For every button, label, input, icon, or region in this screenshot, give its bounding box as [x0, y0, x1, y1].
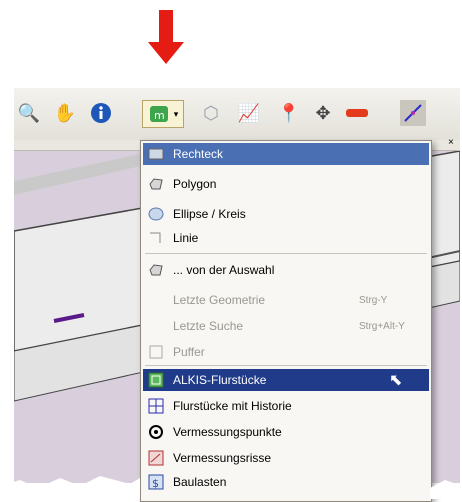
menu-item-label: Flurstücke mit Historie	[173, 399, 292, 413]
menu-item-alkis-flurstuecke[interactable]: ALKIS-Flurstücke ⬉	[143, 369, 429, 391]
mouse-cursor-icon: ⬉	[389, 372, 403, 389]
chart-icon[interactable]: 📈	[236, 100, 262, 126]
selection-polygon-icon	[147, 262, 165, 278]
menu-item-vermessungsrisse[interactable]: Vermessungsrisse	[143, 447, 429, 469]
select-geometry-button[interactable]: m ▾	[142, 100, 184, 128]
info-icon[interactable]	[88, 100, 114, 126]
chevron-down-icon: ▾	[173, 108, 179, 119]
line-icon	[147, 230, 165, 246]
menu-item-label: Letzte Geometrie	[173, 293, 266, 307]
line-edit-icon[interactable]	[400, 100, 426, 126]
menu-item-shortcut: Strg+Alt-Y	[359, 320, 405, 332]
move-icon[interactable]: ✥	[310, 100, 336, 126]
menu-item-label: ... von der Auswahl	[173, 263, 275, 277]
zoom-icon[interactable]: 🔍	[16, 100, 42, 126]
menu-separator	[145, 365, 427, 366]
geometry-dropdown-menu: Rechteck Polygon Ellipse / Kreis Linie .…	[140, 140, 432, 502]
pointer-arrow-shaft	[159, 10, 173, 44]
menu-item-rechteck[interactable]: Rechteck	[143, 143, 429, 165]
menu-item-label: Vermessungspunkte	[173, 425, 282, 439]
layers-icon[interactable]: ⬡	[198, 100, 224, 126]
torn-edge	[0, 476, 462, 499]
parcel-history-icon	[147, 398, 165, 414]
menu-item-vermessungspunkte[interactable]: Vermessungspunkte	[143, 421, 429, 443]
rectangle-icon	[147, 146, 165, 162]
menu-item-label: Rechteck	[173, 147, 224, 161]
svg-text:m: m	[154, 109, 165, 122]
parcel-icon	[147, 372, 165, 388]
select-icon: m	[149, 106, 168, 122]
buffer-icon	[147, 344, 165, 360]
menu-item-ellipse[interactable]: Ellipse / Kreis	[143, 203, 429, 225]
menu-item-label: Letzte Suche	[173, 319, 244, 333]
menu-item-label: Linie	[173, 231, 199, 245]
menu-item-letzte-suche[interactable]: Letzte Suche Strg+Alt-Y	[143, 315, 429, 337]
menu-item-label: Ellipse / Kreis	[173, 207, 246, 221]
minus-icon[interactable]	[344, 100, 370, 126]
close-icon[interactable]: ×	[448, 137, 454, 148]
hand-icon[interactable]: ✋	[52, 100, 78, 126]
menu-item-von-der-auswahl[interactable]: ... von der Auswahl	[143, 259, 429, 281]
pointer-arrow-icon	[148, 42, 184, 64]
survey-sketch-icon	[147, 450, 165, 466]
menu-item-letzte-geometrie[interactable]: Letzte Geometrie Strg-Y	[143, 289, 429, 311]
pin-icon[interactable]: 📍	[276, 100, 302, 126]
menu-item-label: Vermessungsrisse	[173, 451, 272, 465]
toolbar: 🔍 ✋ m ▾ ⬡ 📈 📍 ✥	[14, 88, 460, 141]
menu-separator	[145, 253, 427, 254]
ellipse-icon	[147, 206, 165, 222]
menu-item-label: Puffer	[173, 345, 205, 359]
survey-point-icon	[147, 424, 165, 440]
menu-item-puffer[interactable]: Puffer	[143, 341, 429, 363]
menu-item-shortcut: Strg-Y	[359, 294, 388, 306]
menu-item-label: Polygon	[173, 177, 217, 191]
menu-item-linie[interactable]: Linie	[143, 227, 429, 249]
menu-item-label: ALKIS-Flurstücke	[173, 373, 267, 387]
menu-item-flurstuecke-historie[interactable]: Flurstücke mit Historie	[143, 395, 429, 417]
polygon-icon	[147, 176, 165, 192]
menu-item-polygon[interactable]: Polygon	[143, 173, 429, 195]
